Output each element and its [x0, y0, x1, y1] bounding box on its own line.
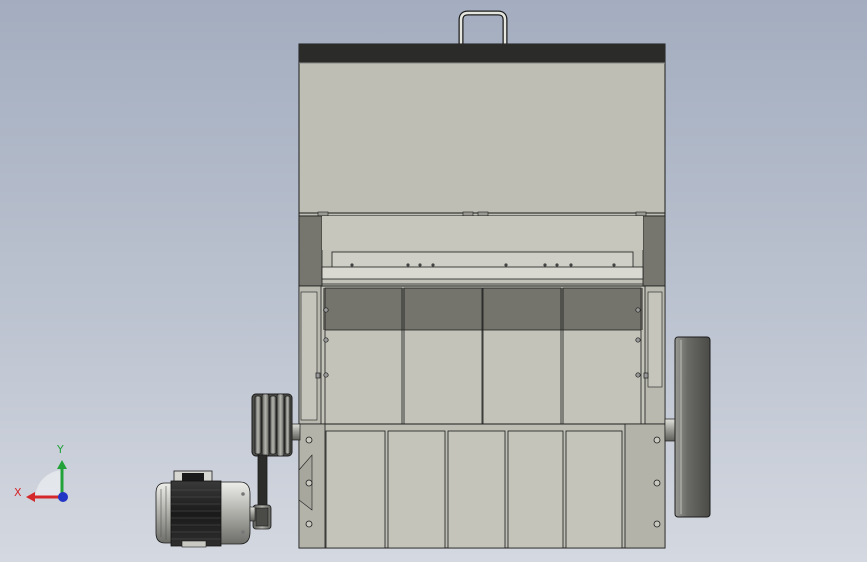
- motor-foot: [181, 540, 207, 548]
- hopper-top-band: [299, 44, 665, 63]
- motor-housing: [170, 480, 222, 547]
- rotor-blade-row: [331, 251, 634, 269]
- feed-hopper[interactable]: [298, 43, 666, 217]
- motor-pulley[interactable]: [252, 504, 272, 530]
- motor-shaft: [249, 506, 256, 522]
- triad-x-label: X: [14, 486, 22, 499]
- orientation-triad[interactable]: [26, 460, 68, 502]
- screen-section[interactable]: [298, 285, 666, 425]
- flywheel[interactable]: [674, 336, 711, 518]
- drive-pulley[interactable]: [251, 393, 293, 457]
- rotor-beam: [321, 266, 644, 280]
- motor-end-shield: [220, 481, 251, 545]
- crusher-model[interactable]: [0, 0, 867, 562]
- chamber-right-wall: [642, 215, 666, 287]
- chamber-left-wall: [298, 215, 323, 287]
- cad-viewport[interactable]: X Y: [0, 0, 867, 562]
- base-frame[interactable]: [298, 423, 666, 549]
- electric-motor[interactable]: [155, 470, 256, 548]
- z-axis-dot: [58, 492, 68, 502]
- crushing-chamber[interactable]: [298, 215, 666, 287]
- base-panels: [325, 430, 623, 549]
- v-belt[interactable]: [257, 454, 268, 513]
- motor-fan-cover: [155, 482, 173, 544]
- hopper-handle[interactable]: [458, 10, 508, 44]
- triad-y-label: Y: [57, 443, 64, 456]
